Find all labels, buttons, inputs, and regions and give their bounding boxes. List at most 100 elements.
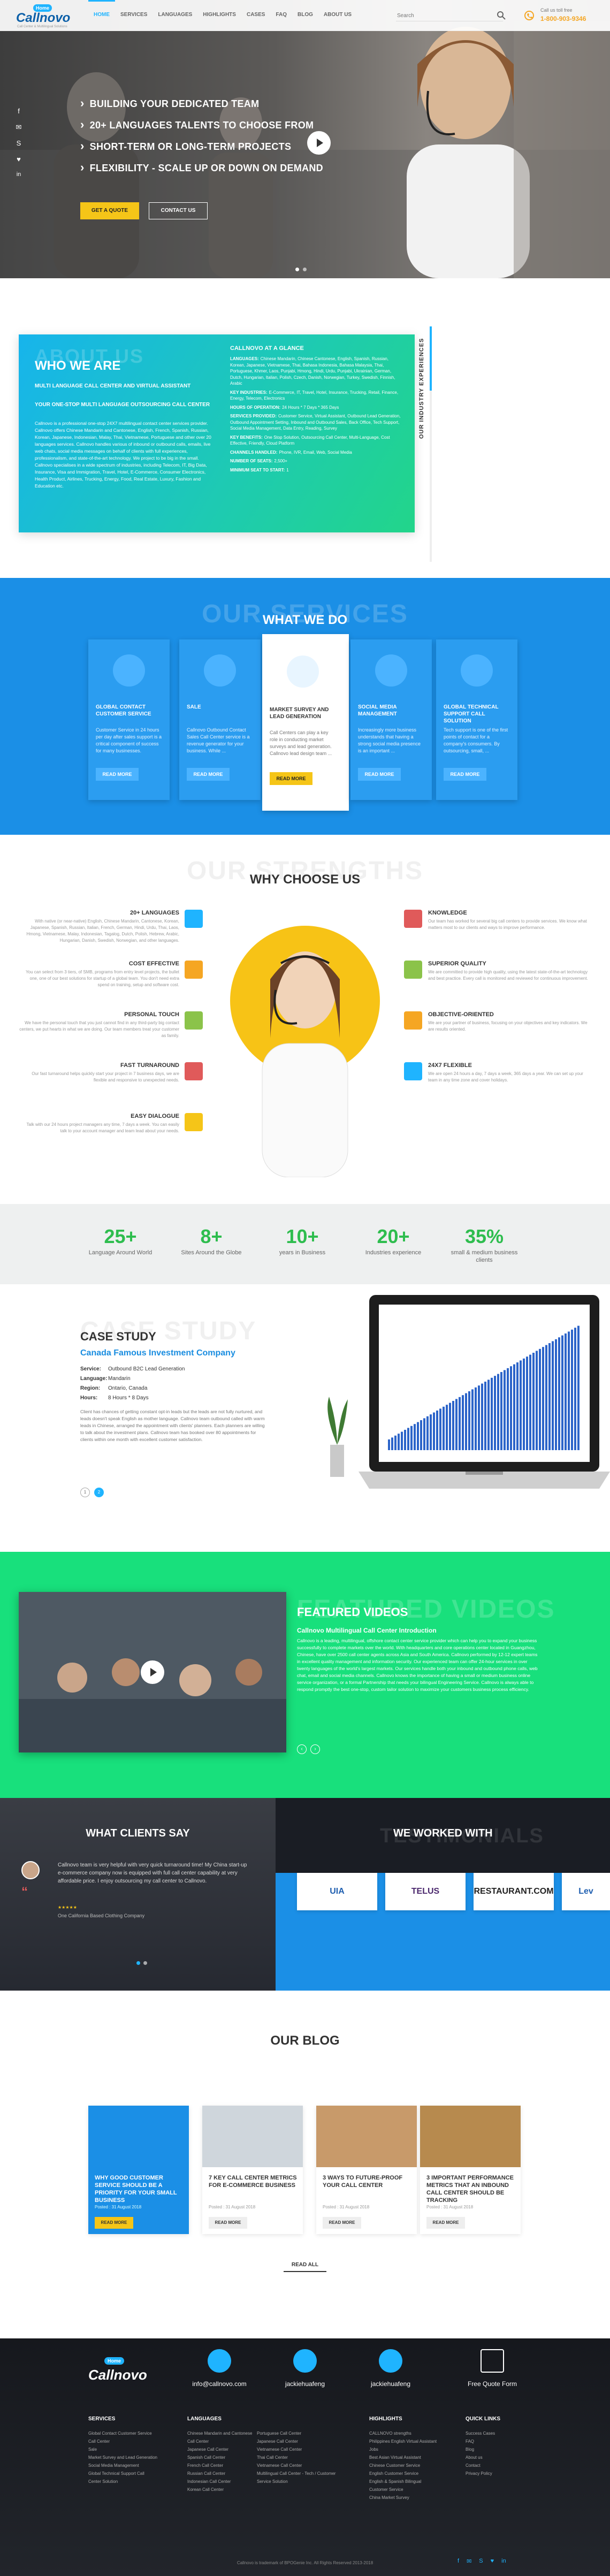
footer-link[interactable]: CALLNOVO strengths	[369, 2429, 439, 2437]
read-all-button[interactable]: READ ALL	[284, 2258, 326, 2272]
form-icon	[481, 2349, 504, 2373]
footer-link[interactable]: Chinese Mandarin and Cantonese Call Cent…	[187, 2429, 257, 2445]
read-more-button[interactable]: READ MORE	[187, 768, 230, 781]
facebook-icon[interactable]: f	[458, 2558, 459, 2565]
service-card[interactable]: GLOBAL TECHNICAL SUPPORT CALL SOLUTION Te…	[436, 639, 517, 800]
linkedin-icon[interactable]: in	[12, 171, 26, 178]
wechat-icon[interactable]: ✉	[12, 123, 26, 132]
play-icon[interactable]	[141, 1660, 164, 1684]
blog-card[interactable]: 3 WAYS TO FUTURE-PROOF YOUR CALL CENTER P…	[316, 2106, 417, 2234]
play-video-button[interactable]	[307, 131, 331, 155]
footer-logo[interactable]: Home Callnovo	[88, 2357, 147, 2389]
read-more-button[interactable]: READ MORE	[444, 768, 486, 781]
testimonial-dot[interactable]	[143, 1961, 147, 1965]
video-player[interactable]	[19, 1592, 286, 1752]
footer-link[interactable]: French Call Center	[187, 2461, 257, 2470]
nav-highlights[interactable]: HIGHLIGHTS	[197, 0, 241, 31]
footer-link[interactable]: Blog	[466, 2445, 535, 2453]
footer-wechat[interactable]: jackiehuafeng	[353, 2349, 428, 2388]
slider-dot-active[interactable]	[295, 268, 299, 271]
stat-item: 8+ Sites Around the Globe	[174, 1225, 249, 1256]
footer-link[interactable]: Japanese Call Center	[257, 2437, 337, 2445]
phone-number[interactable]: 1-800-903-9346	[540, 15, 586, 22]
footer-link[interactable]: Multilingual Call Center - Tech / Custom…	[257, 2470, 337, 2486]
footer-link[interactable]: Philippines English Virtual Assistant Jo…	[369, 2437, 439, 2453]
get-quote-button[interactable]: GET A QUOTE	[80, 202, 139, 219]
contact-us-button[interactable]: CONTACT US	[149, 202, 208, 219]
skype-icon[interactable]: S	[479, 2558, 483, 2565]
read-more-button[interactable]: READ MORE	[209, 2217, 247, 2229]
footer-link[interactable]: FAQ	[466, 2437, 535, 2445]
nav-languages[interactable]: LANGUAGES	[152, 0, 197, 31]
footer-link[interactable]: Vietnamese Call Center	[257, 2445, 337, 2453]
nav-faq[interactable]: FAQ	[270, 0, 292, 31]
footer-link[interactable]: Market Survey and Lead Generation	[88, 2453, 158, 2461]
nav-blog[interactable]: BLOG	[292, 0, 318, 31]
footer-link[interactable]: Korean Call Center	[187, 2486, 257, 2494]
footer-link[interactable]: Global Contact Customer Service Call Cen…	[88, 2429, 158, 2445]
blog-title[interactable]: 3 WAYS TO FUTURE-PROOF YOUR CALL CENTER	[323, 2174, 411, 2189]
facebook-icon[interactable]: f	[12, 107, 26, 115]
service-card[interactable]: SALE Callnovo Outbound Contact Sales Call…	[179, 639, 261, 800]
footer-link[interactable]: Portuguese Call Center	[257, 2429, 337, 2437]
read-more-button[interactable]: READ MORE	[323, 2217, 361, 2229]
site-logo[interactable]: Callnovo	[16, 11, 70, 26]
footer-link[interactable]: Chinese Customer Service	[369, 2461, 439, 2470]
why-item: PERSONAL TOUCH We have the personal touch…	[19, 1011, 179, 1039]
testimonial-dot-active[interactable]	[136, 1961, 140, 1965]
blog-card[interactable]: 3 IMPORTANT PERFORMANCE METRICS THAT AN …	[420, 2106, 521, 2234]
read-more-button[interactable]: READ MORE	[96, 768, 139, 781]
service-card[interactable]: SOCIAL MEDIA MANAGEMENT Increasingly more…	[350, 639, 432, 800]
footer-link[interactable]: About us	[466, 2453, 535, 2461]
footer-link[interactable]: China Market Survey	[369, 2494, 439, 2502]
nav-home[interactable]: HOME	[88, 0, 115, 31]
video-next-button[interactable]: ›	[310, 1744, 320, 1754]
footer-link[interactable]: Success Cases	[466, 2429, 535, 2437]
twitter-icon[interactable]: ♥	[491, 2558, 494, 2565]
footer-link[interactable]: Contact	[466, 2461, 535, 2470]
screen-bar	[542, 1347, 544, 1450]
footer-quote-form[interactable]: Free Quote Form	[455, 2349, 530, 2388]
footer-link[interactable]: Japanese Call Center	[187, 2445, 257, 2453]
footer-link[interactable]: English Customer Service	[369, 2470, 439, 2478]
blog-title[interactable]: WHY GOOD CUSTOMER SERVICE SHOULD BE A PR…	[95, 2174, 183, 2204]
read-more-button[interactable]: READ MORE	[95, 2217, 133, 2229]
service-card[interactable]: GLOBAL CONTACT CUSTOMER SERVICE Customer …	[88, 639, 170, 800]
slider-dot[interactable]	[303, 268, 307, 271]
footer-link[interactable]: Vietnamese Call Center	[257, 2461, 337, 2470]
case-next-page[interactable]: 2	[94, 1488, 104, 1497]
footer-link[interactable]: Russian Call Center	[187, 2470, 257, 2478]
footer-link[interactable]: Sale	[88, 2445, 158, 2453]
footer-link[interactable]: Global Technical Support Call Center Sol…	[88, 2470, 158, 2486]
search-icon[interactable]	[497, 11, 506, 20]
video-prev-button[interactable]: ‹	[297, 1744, 307, 1754]
blog-card[interactable]: 7 KEY CALL CENTER METRICS FOR E-COMMERCE…	[202, 2106, 303, 2234]
case-prev-page[interactable]: 1	[80, 1488, 90, 1497]
read-more-button[interactable]: READ MORE	[426, 2217, 465, 2229]
footer-link[interactable]: Indonesian Call Center	[187, 2478, 257, 2486]
footer-link[interactable]: English & Spanish Bilingual Customer Ser…	[369, 2478, 439, 2494]
nav-about-us[interactable]: ABOUT US	[318, 0, 357, 31]
linkedin-icon[interactable]: in	[501, 2558, 506, 2565]
blog-card[interactable]: WHY GOOD CUSTOMER SERVICE SHOULD BE A PR…	[88, 2106, 189, 2234]
footer-link[interactable]: Spanish Call Center	[187, 2453, 257, 2461]
search-input[interactable]	[396, 11, 503, 21]
twitter-icon[interactable]: ♥	[12, 155, 26, 163]
footer-link[interactable]: Best Asian Virtual Assistant	[369, 2453, 439, 2461]
blog-title[interactable]: 3 IMPORTANT PERFORMANCE METRICS THAT AN …	[426, 2174, 515, 2204]
wechat-icon[interactable]: ✉	[467, 2558, 471, 2565]
nav-services[interactable]: SERVICES	[115, 0, 152, 31]
screen-bar	[555, 1339, 557, 1450]
nav-cases[interactable]: CASES	[241, 0, 270, 31]
skype-icon[interactable]: S	[12, 139, 26, 147]
footer-email[interactable]: info@callnovo.com	[182, 2349, 257, 2388]
footer-link[interactable]: Social Media Management	[88, 2461, 158, 2470]
service-card[interactable]: MARKET SURVEY AND LEAD GENERATION Call Ce…	[262, 634, 349, 811]
read-more-button[interactable]: READ MORE	[358, 768, 401, 781]
read-more-button[interactable]: READ MORE	[270, 772, 312, 785]
footer-link[interactable]: Privacy Policy	[466, 2470, 535, 2478]
footer-link[interactable]: Thai Call Center	[257, 2453, 337, 2461]
industry-scroll-bar[interactable]	[430, 326, 432, 562]
blog-title[interactable]: 7 KEY CALL CENTER METRICS FOR E-COMMERCE…	[209, 2174, 297, 2189]
footer-skype[interactable]: jackiehuafeng	[268, 2349, 342, 2388]
